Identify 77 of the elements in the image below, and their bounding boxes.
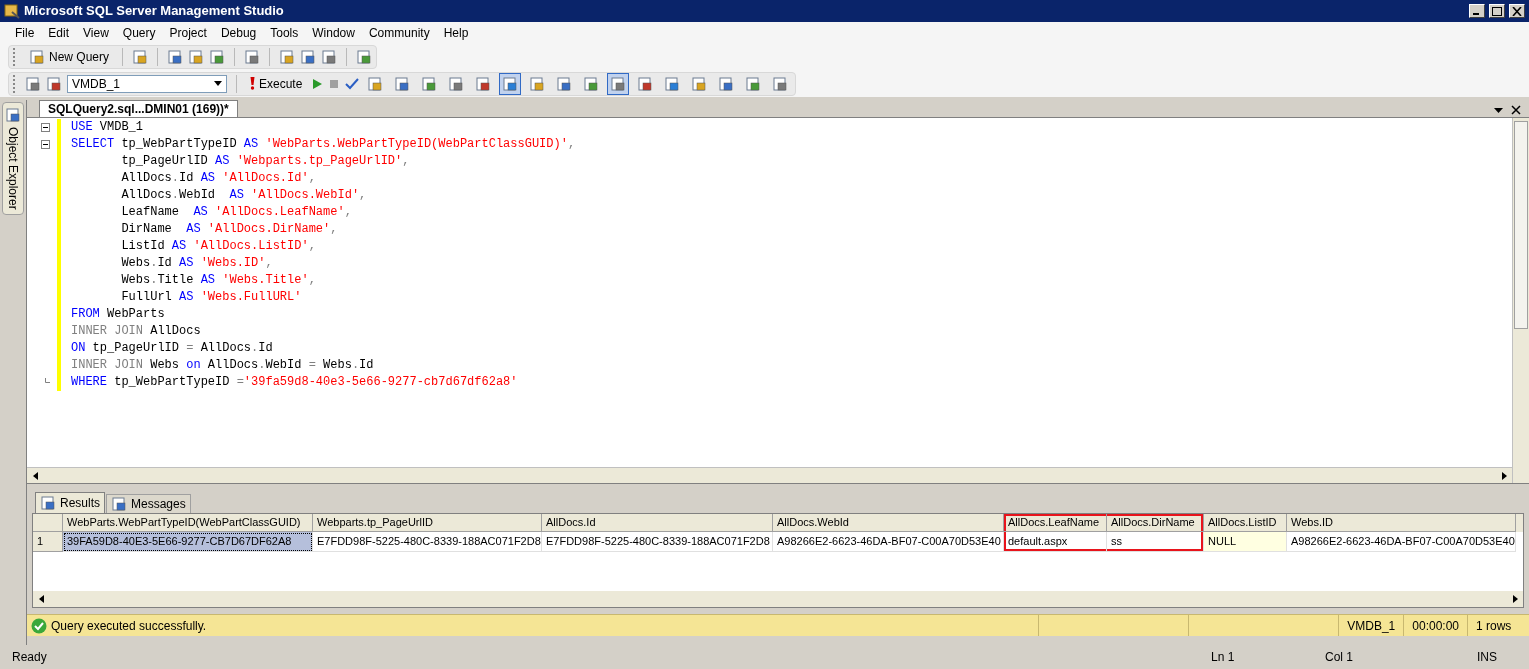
collapse-icon[interactable] [41, 140, 50, 149]
caret-icon [214, 81, 222, 86]
menu-item[interactable]: Query [115, 24, 163, 42]
close-icon[interactable] [1511, 105, 1521, 115]
line-indicator: Ln 1 [1211, 649, 1236, 666]
code-line: DirName AS 'AllDocs.DirName', [120, 221, 339, 238]
window-title: Microsoft SQL Server Management Studio [24, 2, 284, 21]
code-line: FROM WebParts [71, 306, 166, 323]
play-icon[interactable] [311, 77, 324, 90]
minimize-icon [1473, 13, 1479, 15]
column-indicator: Col 1 [1325, 649, 1354, 666]
menu-item[interactable]: File [8, 24, 42, 42]
code-line: USE VMDB_1 [71, 119, 145, 136]
code-line: ON tp_PageUrlID = AllDocs.Id [71, 340, 274, 357]
results-tab[interactable]: Results [35, 492, 105, 513]
collapse-icon[interactable] [41, 123, 50, 132]
results-tab[interactable]: Messages [106, 494, 191, 513]
app-icon [4, 3, 20, 19]
menu-item[interactable]: Project [162, 24, 214, 42]
document-tab[interactable]: SQLQuery2.sql...DMIN01 (169))* [39, 100, 238, 117]
code-line: LeafName AS 'AllDocs.LeafName', [120, 204, 353, 221]
menu-item[interactable]: View [76, 24, 116, 42]
execute-button[interactable]: Execute [246, 74, 307, 93]
new-query-button[interactable]: New Query [25, 48, 114, 66]
table-cell[interactable]: A98266E2-6623-46DA-BF07-C00A70D53E40 [773, 532, 1004, 552]
horizontal-scrollbar[interactable] [33, 591, 1523, 607]
table-cell[interactable]: 39FA59D8-40E3-5E66-9277-CB7D67DF62A8 [63, 532, 313, 552]
status-time: 00:00:00 [1403, 615, 1467, 636]
insert-mode: INS [1477, 649, 1498, 666]
document-icon[interactable] [111, 496, 127, 512]
menu-item[interactable]: Tools [263, 24, 306, 42]
code-line: SELECT tp_WebPartTypeID AS 'WebParts.WebPartTypeID(WebPartClassGUID)', [71, 136, 576, 153]
maximize-button[interactable] [1489, 4, 1505, 18]
menu-item[interactable]: Edit [41, 24, 77, 42]
success-check-icon [31, 617, 47, 634]
table-cell[interactable]: E7FDD98F-5225-480C-8339-188AC071F2D8 [542, 532, 773, 552]
code-line: INNER JOIN AllDocs [71, 323, 202, 340]
close-button[interactable] [1509, 4, 1525, 18]
database-dropdown[interactable]: VMDB_1 [67, 74, 227, 93]
caret-icon[interactable] [1494, 107, 1503, 113]
scroll-thumb[interactable] [1514, 121, 1528, 329]
document-icon[interactable] [244, 49, 261, 65]
document-icon[interactable] [29, 49, 45, 65]
document-icon[interactable] [132, 49, 149, 65]
menu-item[interactable]: Help [436, 24, 476, 42]
code-line: AllDocs.Id AS 'AllDocs.Id', [120, 170, 317, 187]
code-line: WHERE tp_WebPartTypeID ='39fa59d8-40e3-5e66-9277-cb7d67df62a8' [71, 374, 519, 391]
column-header[interactable]: AllDocs.DirName [1107, 514, 1204, 532]
code-line: FullUrl AS 'Webs.FullURL' [120, 289, 303, 306]
exclamation-icon [250, 77, 255, 90]
menu-item[interactable]: Community [361, 24, 437, 42]
table-cell[interactable]: default.aspx [1004, 532, 1107, 552]
menu-item[interactable]: Window [305, 24, 362, 42]
status-text: Ready [12, 649, 48, 666]
table-cell[interactable]: A98266E2-6623-46DA-BF07-C00A70D53E40 [1287, 532, 1516, 552]
table-cell[interactable]: E7FDD98F-5225-480C-8339-188AC071F2D8 [313, 532, 542, 552]
status-message: Query executed successfully. [51, 617, 208, 635]
horizontal-scrollbar[interactable] [27, 467, 1512, 483]
code-line: AllDocs.WebId AS 'AllDocs.WebId', [120, 187, 368, 204]
code-line: ListId AS 'AllDocs.ListID', [120, 238, 317, 255]
object-explorer-tab[interactable]: Object Explorer [2, 102, 24, 215]
code-line: Webs.Id AS 'Webs.ID', [120, 255, 274, 272]
status-database: VMDB_1 [1338, 615, 1404, 636]
table-cell[interactable]: ss [1107, 532, 1204, 552]
code-line: tp_PageUrlID AS 'Webparts.tp_PageUrlID', [120, 153, 411, 170]
minimize-button[interactable] [1469, 4, 1485, 18]
vertical-scrollbar[interactable] [1512, 118, 1529, 483]
table-cell[interactable]: NULL [1204, 532, 1287, 552]
row-header[interactable]: 1 [33, 532, 63, 552]
close-icon [1512, 6, 1522, 16]
checkmark-icon[interactable] [345, 76, 360, 91]
column-header[interactable]: AllDocs.LeafName [1004, 514, 1107, 532]
code-line: Webs.Title AS 'Webs.Title', [120, 272, 317, 289]
status-rows: 1 rows [1467, 615, 1529, 636]
code-line: INNER JOIN Webs on AllDocs.WebId = Webs.Id [71, 357, 375, 374]
maximize-icon [1492, 6, 1502, 16]
menu-item[interactable]: Debug [213, 24, 264, 42]
